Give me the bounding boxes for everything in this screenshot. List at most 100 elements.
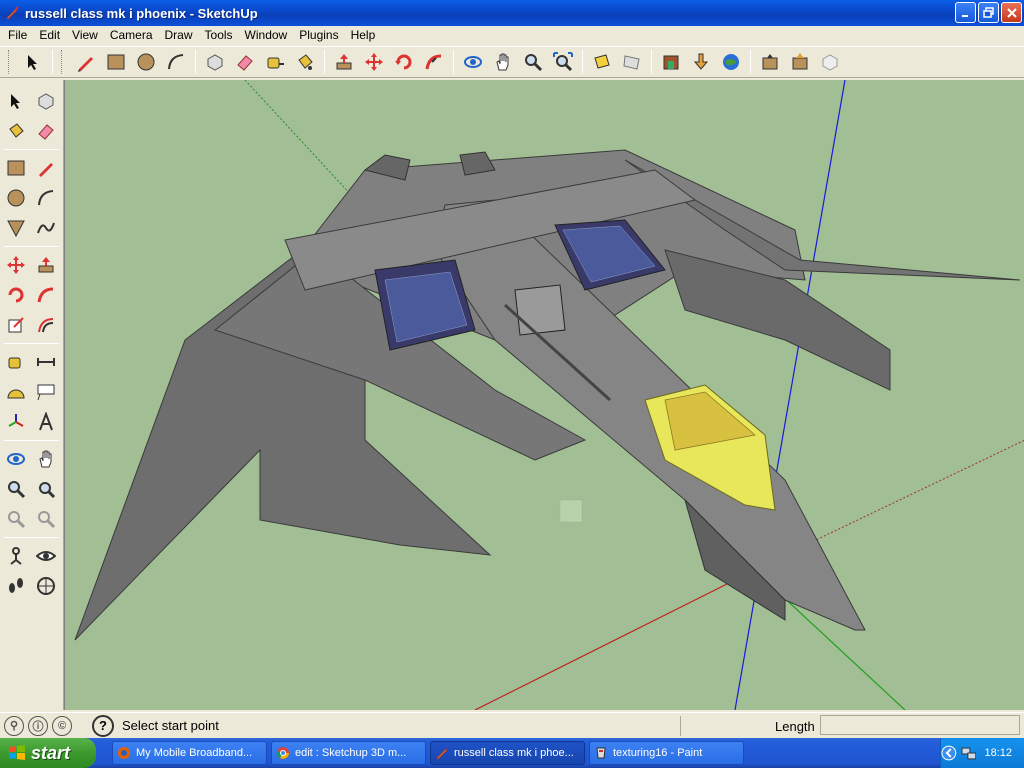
lt-circle-button[interactable] [2, 184, 30, 212]
lt-3d-text-button[interactable] [32, 408, 60, 436]
lt-zoom-button[interactable] [2, 475, 30, 503]
lt-rectangle-button[interactable] [2, 154, 30, 182]
lt-axes-button[interactable] [2, 408, 30, 436]
start-button[interactable]: start [0, 738, 96, 768]
close-button[interactable] [1001, 2, 1022, 23]
menu-file[interactable]: File [2, 28, 33, 42]
menu-draw[interactable]: Draw [159, 28, 199, 42]
lt-push-pull-button[interactable] [32, 251, 60, 279]
pencil-tool-button[interactable] [72, 48, 100, 76]
lt-position-camera-button[interactable] [2, 542, 30, 570]
follow-me-icon [37, 287, 54, 303]
push-pull-button[interactable] [330, 48, 358, 76]
measurements-input[interactable] [820, 715, 1020, 735]
orbit-tool-button[interactable] [459, 48, 487, 76]
start-label: start [31, 742, 71, 763]
clock[interactable]: 18:12 [984, 747, 1012, 759]
help-icon[interactable]: ? [92, 714, 114, 737]
restore-button[interactable] [978, 2, 999, 23]
lt-dimension-button[interactable] [32, 348, 60, 376]
eraser-tool-button[interactable] [231, 48, 259, 76]
select-tool-button[interactable] [19, 48, 47, 76]
tape-measure-button[interactable] [261, 48, 289, 76]
geolocation-icon[interactable]: ⚲ [4, 715, 24, 736]
rectangle-tool-button[interactable] [102, 48, 130, 76]
position-camera-icon [10, 547, 22, 565]
arc-tool-button[interactable] [162, 48, 190, 76]
pan-tool-button[interactable] [489, 48, 517, 76]
make-component-button[interactable] [201, 48, 229, 76]
minimize-button[interactable] [955, 2, 976, 23]
pan-icon [496, 53, 509, 71]
rotate-tool-button[interactable] [390, 48, 418, 76]
copyright-icon[interactable]: © [52, 715, 72, 736]
move-tool-button[interactable] [360, 48, 388, 76]
model-viewport[interactable] [64, 80, 1024, 710]
lt-make-component-button[interactable] [32, 87, 60, 115]
lt-zoom-window-button[interactable] [32, 475, 60, 503]
paint-bucket-button[interactable] [291, 48, 319, 76]
lt-polygon-button[interactable] [2, 214, 30, 242]
menu-window[interactable]: Window [239, 28, 294, 42]
orbit-icon [7, 453, 25, 465]
eye-icon [36, 551, 56, 561]
share-model-button[interactable] [687, 48, 715, 76]
share-button[interactable] [786, 48, 814, 76]
menu-tools[interactable]: Tools [199, 28, 239, 42]
lt-section-plane-button[interactable] [32, 572, 60, 600]
google-earth-button[interactable] [717, 48, 745, 76]
sketchup-app-icon [436, 748, 448, 760]
lt-text-button[interactable] [32, 378, 60, 406]
chevron-left-icon[interactable] [941, 745, 957, 761]
3d-warehouse-icon [663, 55, 679, 70]
lt-rotate-button[interactable] [2, 281, 30, 309]
lt-paint-bucket-button[interactable] [2, 117, 30, 145]
lt-protractor-button[interactable] [2, 378, 30, 406]
lt-walk-button[interactable] [2, 572, 30, 600]
task-mobile-broadband[interactable]: My Mobile Broadband... [112, 741, 267, 765]
menu-help[interactable]: Help [345, 28, 382, 42]
lt-follow-me-button[interactable] [32, 281, 60, 309]
task-paint[interactable]: texturing16 - Paint [589, 741, 744, 765]
next-view-button[interactable] [618, 48, 646, 76]
component-button[interactable] [816, 48, 844, 76]
lt-freehand-button[interactable] [32, 214, 60, 242]
lt-next-button[interactable] [32, 505, 60, 533]
follow-me-button[interactable] [420, 48, 448, 76]
next-view-icon [623, 55, 640, 70]
menu-edit[interactable]: Edit [33, 28, 66, 42]
credits-icon[interactable]: ⓘ [28, 715, 48, 736]
paint-bucket-icon [9, 123, 24, 138]
toolbar-grip[interactable] [8, 50, 12, 74]
task-russell-class[interactable]: russell class mk i phoe... [430, 741, 585, 765]
task-edit-sketchup[interactable]: edit : Sketchup 3D m... [271, 741, 426, 765]
lt-previous-button[interactable] [2, 505, 30, 533]
hull-detail-block [514, 284, 566, 336]
network-icon[interactable] [961, 745, 977, 761]
offset-icon [38, 318, 54, 333]
menu-view[interactable]: View [66, 28, 104, 42]
lt-scale-button[interactable] [2, 311, 30, 339]
paint-icon [596, 747, 606, 759]
lt-tape-measure-button[interactable] [2, 348, 30, 376]
lt-offset-button[interactable] [32, 311, 60, 339]
lt-pan-button[interactable] [32, 445, 60, 473]
menu-camera[interactable]: Camera [104, 28, 159, 42]
zoom-extents-button[interactable] [549, 48, 577, 76]
get-models-button[interactable] [756, 48, 784, 76]
pencil-icon [78, 57, 93, 72]
zoom-tool-button[interactable] [519, 48, 547, 76]
lt-select-button[interactable] [2, 87, 30, 115]
menu-plugins[interactable]: Plugins [293, 28, 344, 42]
circle-tool-button[interactable] [132, 48, 160, 76]
lt-orbit-button[interactable] [2, 445, 30, 473]
lt-line-button[interactable] [32, 154, 60, 182]
orbit-icon [464, 56, 482, 68]
previous-view-button[interactable] [588, 48, 616, 76]
arc-icon [38, 190, 54, 206]
lt-move-button[interactable] [2, 251, 30, 279]
lt-eraser-button[interactable] [32, 117, 60, 145]
lt-look-around-button[interactable] [32, 542, 60, 570]
3d-warehouse-button[interactable] [657, 48, 685, 76]
lt-arc-button[interactable] [32, 184, 60, 212]
